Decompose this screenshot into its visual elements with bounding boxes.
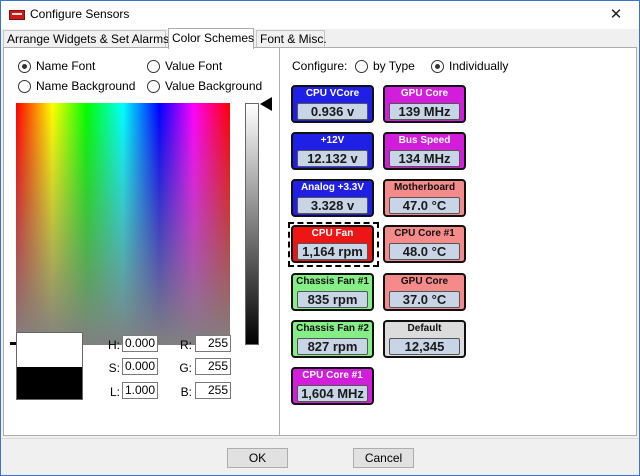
sensor-widget-value: 12,345 bbox=[389, 338, 460, 355]
radio-name-font[interactable]: Name Font bbox=[18, 59, 95, 73]
g-label: G: bbox=[179, 361, 192, 375]
luminance-pointer-icon[interactable] bbox=[260, 97, 272, 111]
sensor-widget-name: +12V bbox=[320, 135, 345, 146]
sensor-widget-value: 47.0 °C bbox=[389, 197, 460, 214]
old-color-swatch bbox=[17, 367, 82, 399]
close-icon[interactable]: ✕ bbox=[593, 1, 639, 29]
radio-value-background[interactable]: Value Background bbox=[147, 79, 262, 93]
sensor-widget-name: Chassis Fan #1 bbox=[296, 276, 369, 287]
tab-color-schemes[interactable]: Color Schemes bbox=[168, 28, 254, 49]
sensor-widget-value: 139 MHz bbox=[389, 103, 460, 120]
sensor-widget-value: 1,604 MHz bbox=[297, 385, 368, 402]
b-input[interactable]: 255 bbox=[195, 382, 231, 399]
button-bar-separator bbox=[1, 438, 639, 439]
sensor-widget-name: GPU Core bbox=[400, 88, 449, 99]
color-schemes-panel: Name Font Value Font Name Background Val… bbox=[3, 47, 637, 436]
sensor-widget[interactable]: CPU Core #1 1,604 MHz bbox=[291, 367, 374, 405]
radio-label: Name Font bbox=[36, 59, 96, 73]
sensor-widget[interactable]: CPU Core #1 48.0 °C bbox=[383, 225, 466, 263]
panel-divider bbox=[279, 48, 281, 435]
sensor-widget[interactable]: CPU Fan 1,164 rpm bbox=[291, 225, 374, 263]
l-label: L: bbox=[109, 385, 120, 399]
sensor-widget[interactable]: Motherboard 47.0 °C bbox=[383, 179, 466, 217]
tab-arrange-widgets[interactable]: Arrange Widgets & Set Alarms bbox=[3, 30, 169, 48]
sensor-widget-name: GPU Core bbox=[400, 276, 449, 287]
sensor-widget-value: 37.0 °C bbox=[389, 291, 460, 308]
sensor-widget-name: Analog +3.3V bbox=[300, 182, 365, 193]
h-input[interactable]: 0.000 bbox=[122, 335, 158, 352]
sensor-widget-name: Default bbox=[407, 323, 442, 334]
sensor-widget[interactable]: Chassis Fan #1 835 rpm bbox=[291, 273, 374, 311]
cancel-button[interactable]: Cancel bbox=[353, 448, 414, 468]
r-label: R: bbox=[180, 338, 192, 352]
ok-button[interactable]: OK bbox=[227, 448, 288, 468]
title-bar: Configure Sensors ✕ bbox=[1, 1, 639, 29]
hue-saturation-spectrum[interactable] bbox=[16, 103, 230, 345]
sensor-widget-value: 48.0 °C bbox=[389, 243, 460, 260]
radio-unselected-icon bbox=[18, 79, 31, 93]
sensor-widget-name: CPU VCore bbox=[305, 88, 360, 99]
sensor-widget[interactable]: +12V 12.132 v bbox=[291, 132, 374, 170]
configure-label: Configure: bbox=[292, 59, 348, 73]
sensor-widget-value: 827 rpm bbox=[297, 338, 368, 355]
sensor-widget[interactable]: GPU Core 37.0 °C bbox=[383, 273, 466, 311]
radio-label: Individually bbox=[449, 59, 509, 73]
sensor-widget-value: 835 rpm bbox=[297, 291, 368, 308]
new-color-swatch bbox=[17, 333, 82, 367]
window-title: Configure Sensors bbox=[30, 7, 130, 21]
s-label: S: bbox=[108, 361, 120, 375]
luminance-slider[interactable] bbox=[245, 103, 259, 345]
s-input[interactable]: 0.000 bbox=[122, 358, 158, 375]
sensor-widget-value: 12.132 v bbox=[297, 150, 368, 167]
tab-font-misc[interactable]: Font & Misc. bbox=[256, 30, 327, 48]
l-input[interactable]: 1.000 bbox=[122, 382, 158, 399]
configure-sensors-window: Configure Sensors ✕ Arrange Widgets & Se… bbox=[0, 0, 640, 476]
sensor-widget[interactable]: Default 12,345 bbox=[383, 320, 466, 358]
radio-by-type[interactable]: by Type bbox=[355, 59, 415, 73]
sensor-widget-value: 0.936 v bbox=[297, 103, 368, 120]
radio-name-background[interactable]: Name Background bbox=[18, 79, 135, 93]
sensor-widget[interactable]: GPU Core 139 MHz bbox=[383, 85, 466, 123]
radio-selected-icon bbox=[18, 59, 31, 73]
radio-label: Value Font bbox=[165, 59, 223, 73]
sensor-widget[interactable]: Analog +3.3V 3.328 v bbox=[291, 179, 374, 217]
b-label: B: bbox=[180, 385, 192, 399]
sensor-widget[interactable]: Chassis Fan #2 827 rpm bbox=[291, 320, 374, 358]
sensor-widget-value: 134 MHz bbox=[389, 150, 460, 167]
sensor-widget-name: CPU Core #1 bbox=[302, 370, 363, 381]
g-input[interactable]: 255 bbox=[195, 358, 231, 375]
sensor-widget[interactable]: CPU VCore 0.936 v bbox=[291, 85, 374, 123]
sensor-widget-name: Chassis Fan #2 bbox=[296, 323, 369, 334]
radio-label: by Type bbox=[373, 59, 415, 73]
sensor-widget[interactable]: Bus Speed 134 MHz bbox=[383, 132, 466, 170]
r-input[interactable]: 255 bbox=[195, 335, 231, 352]
radio-value-font[interactable]: Value Font bbox=[147, 59, 222, 73]
sensor-widget-value: 3.328 v bbox=[297, 197, 368, 214]
sensor-widget-name: Bus Speed bbox=[398, 135, 451, 146]
h-label: H: bbox=[108, 338, 120, 352]
radio-label: Value Background bbox=[165, 79, 263, 93]
sensor-widget-name: CPU Core #1 bbox=[394, 228, 455, 239]
radio-label: Name Background bbox=[36, 79, 136, 93]
sensor-widget-value: 1,164 rpm bbox=[297, 243, 368, 260]
sensor-widget-name: Motherboard bbox=[393, 182, 456, 193]
radio-unselected-icon bbox=[147, 79, 160, 93]
radio-unselected-icon bbox=[355, 59, 368, 73]
radio-individually[interactable]: Individually bbox=[431, 59, 508, 73]
color-preview-swatch bbox=[16, 332, 83, 400]
app-icon bbox=[9, 10, 25, 20]
radio-selected-icon bbox=[431, 59, 444, 73]
radio-unselected-icon bbox=[147, 59, 160, 73]
sensor-widget-name: CPU Fan bbox=[311, 228, 354, 239]
